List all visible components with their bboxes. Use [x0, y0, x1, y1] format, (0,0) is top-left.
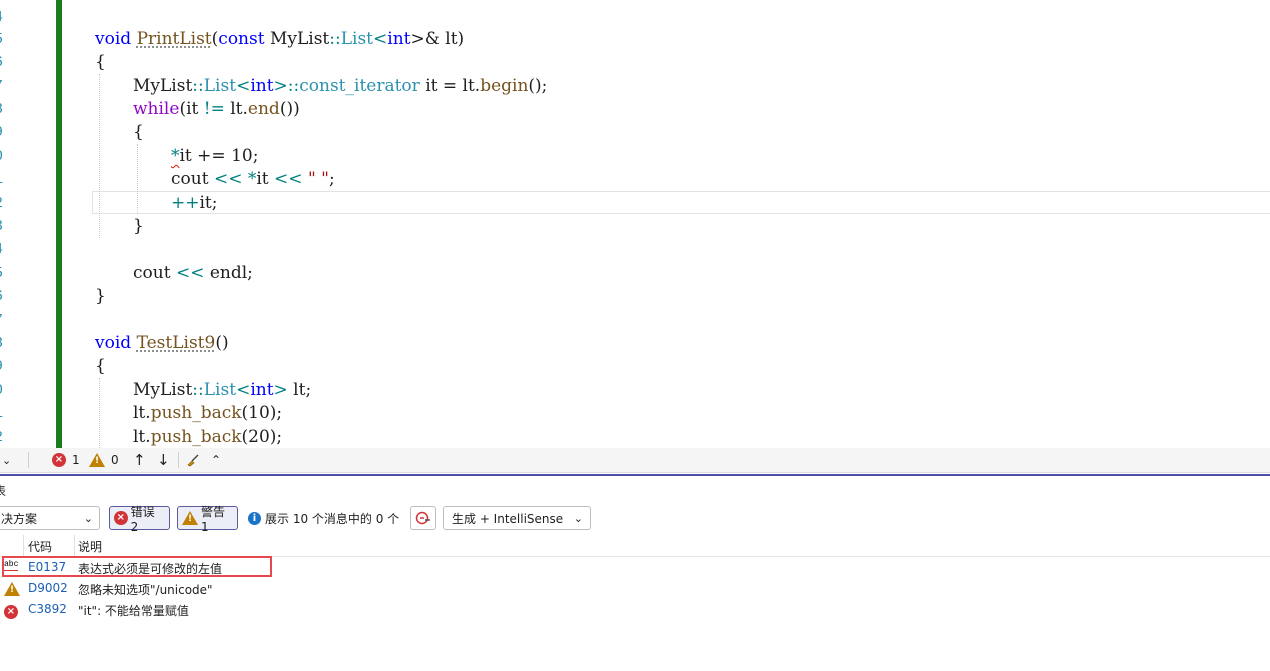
warning-count: 0 [111, 453, 119, 467]
divider [28, 452, 29, 468]
code-line: } [133, 216, 144, 236]
warning-icon: ! [89, 453, 105, 467]
editor-status-bar: ⌄ × 1 ! 0 ↑ ↓ ⌃ [0, 448, 1270, 473]
code-line: lt.push_back(20); [133, 427, 283, 447]
filter-icon[interactable] [410, 506, 436, 530]
code-line: MyList::List<int>::const_iterator it = l… [133, 76, 548, 96]
chevron-down-icon: ⌄ [2, 453, 12, 467]
broom-icon[interactable] [186, 451, 200, 469]
line-number: 2 [0, 426, 14, 448]
line-number: 0 [0, 379, 14, 402]
warnings-filter-label: 警告 1 [201, 504, 226, 534]
column-divider [74, 535, 75, 556]
error-code-link[interactable]: C3892 [28, 602, 67, 616]
warning-count-button[interactable]: ! 0 [89, 451, 119, 469]
line-number: 1 [0, 168, 14, 191]
arrow-up-icon[interactable]: ↑ [133, 451, 146, 469]
code-line: { [95, 52, 106, 72]
line-number: 9 [0, 121, 14, 144]
code-line: ++it; [171, 193, 218, 213]
line-number: 6 [0, 51, 14, 74]
change-tracking-bar [56, 0, 62, 448]
column-divider [23, 535, 24, 556]
line-number: 9 [0, 355, 14, 378]
column-header-description[interactable]: 说明 [78, 538, 102, 555]
column-header-code[interactable]: 代码 [28, 538, 52, 555]
line-number: 8 [0, 332, 14, 355]
line-number: 4 [0, 238, 14, 261]
code-line: lt.push_back(10); [133, 403, 283, 423]
line-number: 1 [0, 402, 14, 425]
chevron-down-icon: ⌄ [83, 511, 93, 525]
indent-guide [99, 378, 100, 448]
panel-title: 表 [0, 484, 7, 498]
error-description: 忽略未知选项"/unicode" [78, 583, 213, 597]
code-line: cout << endl; [133, 263, 253, 283]
error-count: 1 [72, 453, 80, 467]
line-number: 5 [0, 28, 14, 51]
code-line: void PrintList(const MyList::List<int>& … [95, 29, 465, 49]
errors-filter-label: 错误 2 [130, 504, 155, 534]
line-number: 8 [0, 98, 14, 121]
caret-up-icon[interactable]: ⌃ [211, 451, 221, 469]
code-line: { [133, 122, 144, 142]
code-line: MyList::List<int> lt; [133, 380, 312, 400]
messages-filter-button[interactable]: i 展示 10 个消息中的 0 个 [244, 506, 405, 530]
code-editor[interactable]: 4 5 6 7 8 9 0 1 2 3 4 5 6 7 8 9 0 1 2 vo… [0, 0, 1270, 448]
warnings-filter-button[interactable]: ! 警告 1 [177, 505, 238, 534]
error-icon: × [52, 453, 66, 467]
table-row[interactable]: ! D9002 忽略未知选项"/unicode" [0, 578, 1270, 599]
code-line: } [95, 286, 106, 306]
current-line-highlight [92, 191, 1270, 214]
messages-filter-label: 展示 10 个消息中的 0 个 [265, 511, 400, 526]
highlight-annotation-box [2, 556, 272, 577]
build-source-select[interactable]: 生成 + IntelliSense ⌄ [443, 506, 591, 530]
zoom-dropdown[interactable]: ⌄ [2, 451, 11, 469]
error-icon: × [114, 511, 128, 525]
info-icon: i [248, 511, 261, 525]
error-code-link[interactable]: D9002 [28, 581, 68, 595]
chevron-down-icon: ⌄ [573, 511, 583, 525]
errors-filter-button[interactable]: × 错误 2 [109, 505, 170, 534]
line-number: 5 [0, 262, 14, 285]
error-count-button[interactable]: × 1 [52, 451, 80, 469]
line-number: 0 [0, 145, 14, 168]
line-number: 3 [0, 215, 14, 238]
arrow-down-icon[interactable]: ↓ [157, 451, 170, 469]
panel-separator [0, 474, 1270, 476]
warning-icon: ! [182, 511, 198, 525]
error-description: "it": 不能给常量赋值 [78, 604, 189, 618]
code-line: *it += 10; [171, 146, 259, 166]
code-line: cout << *it << " "; [171, 169, 335, 189]
indent-guide [99, 74, 100, 238]
scope-select[interactable]: 决方案 ⌄ [0, 506, 100, 530]
line-number: 7 [0, 309, 14, 332]
divider [178, 452, 179, 468]
line-number: 7 [0, 75, 14, 98]
error-icon: × [4, 603, 18, 619]
build-source-value: 生成 + IntelliSense [452, 511, 564, 526]
error-list-toolbar: 决方案 ⌄ × 错误 2 ! 警告 1 i 展示 10 个消息中的 0 个 生成… [0, 505, 1270, 534]
warning-icon: ! [4, 582, 20, 599]
line-number: 6 [0, 285, 14, 308]
code-line: void TestList9() [95, 333, 229, 353]
line-number: 4 [0, 6, 14, 29]
scope-select-value: 决方案 [1, 511, 38, 526]
line-number: 2 [0, 192, 14, 215]
indent-guide [137, 144, 138, 214]
table-row[interactable]: × C3892 "it": 不能给常量赋值 [0, 599, 1270, 620]
code-line: { [95, 356, 106, 376]
error-list-header: 代码 说明 [0, 535, 1270, 557]
code-line: while(it != lt.end()) [133, 99, 300, 119]
